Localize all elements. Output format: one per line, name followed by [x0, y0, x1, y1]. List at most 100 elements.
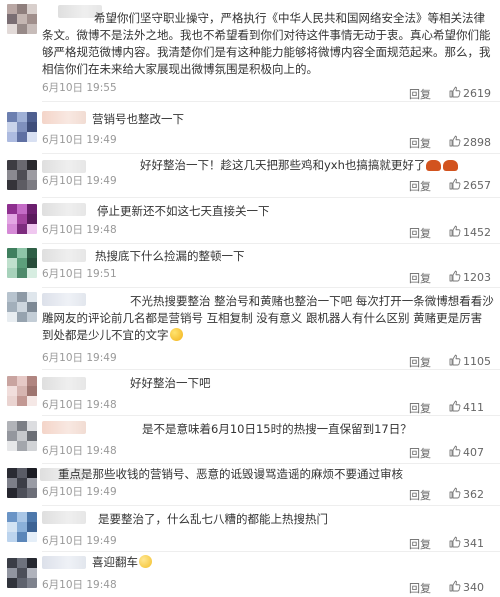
grin-emoji — [169, 328, 183, 341]
comment-time: 6月10日 19:48 — [42, 399, 117, 411]
comment-body: 重点是那些收钱的营销号、恶意的诋毁谩骂造谣的麻烦不要通过审核 — [58, 467, 403, 481]
comment-item: 是要整治了，什么乱七八糟的都能上热搜热门 6月10日 19:49 回复 341 — [0, 506, 500, 552]
reply-button[interactable]: 回复 — [409, 225, 431, 241]
reply-button[interactable]: 回复 — [409, 354, 431, 370]
comment-item: 喜迎翻车 6月10日 19:48 回复 340 — [0, 552, 500, 597]
comment-time: 6月10日 19:48 — [42, 445, 117, 457]
comment-body: 停止更新还不如这七天直接关一下 — [97, 204, 270, 218]
reply-button[interactable]: 回复 — [409, 400, 431, 416]
crab-emoji — [425, 158, 459, 172]
comment-item: 不光热搜要整治 整治号和黄赌也整治一下吧 每次打开一条微博想看看沙雕网友的评论前… — [0, 288, 500, 370]
avatar[interactable] — [7, 112, 37, 142]
comment-text: 希望你们坚守职业操守，严格执行《中华人民共和国网络安全法》等相关法律条文。微博不… — [42, 10, 494, 78]
like-button[interactable]: 2657 — [449, 178, 491, 192]
comment-text: 热搜底下什么捡漏的整顿一下 — [42, 248, 494, 265]
comment-body: 希望你们坚守职业操守，严格执行《中华人民共和国网络安全法》等相关法律条文。微博不… — [42, 11, 491, 76]
comment-text: 好好整治一下！趁这几天把那些鸡和yxh也搞搞就更好了 — [42, 157, 494, 174]
comment-item: 希望你们坚守职业操守，严格执行《中华人民共和国网络安全法》等相关法律条文。微博不… — [0, 0, 500, 102]
thumbs-up-icon — [449, 445, 461, 457]
comment-item: 营销号也整改一下 6月10日 19:49 回复 2898 — [0, 102, 500, 154]
avatar[interactable] — [7, 160, 37, 190]
reply-button[interactable]: 回复 — [409, 536, 431, 552]
thumbs-up-icon — [449, 487, 461, 499]
thumbs-up-icon — [449, 86, 461, 98]
reply-button[interactable]: 回复 — [409, 86, 431, 102]
like-button[interactable]: 2898 — [449, 135, 491, 149]
reply-button[interactable]: 回复 — [409, 445, 431, 461]
like-button[interactable]: 1105 — [449, 354, 491, 368]
like-button[interactable]: 341 — [449, 536, 484, 550]
reply-button[interactable]: 回复 — [409, 580, 431, 596]
thumbs-up-icon — [449, 225, 461, 237]
comment-item: 热搜底下什么捡漏的整顿一下 6月10日 19:51 回复 1203 — [0, 244, 500, 288]
like-count: 362 — [463, 488, 484, 501]
avatar[interactable] — [7, 512, 37, 542]
comment-time: 6月10日 19:49 — [42, 535, 117, 547]
comment-body: 是不是意味着6月10日15时的热搜一直保留到17日？ — [142, 422, 412, 436]
like-button[interactable]: 1452 — [449, 225, 491, 239]
comment-text: 营销号也整改一下 — [42, 111, 494, 128]
comment-body: 热搜底下什么捡漏的整顿一下 — [95, 249, 245, 263]
avatar[interactable] — [7, 4, 37, 34]
like-button[interactable]: 411 — [449, 400, 484, 414]
comment-body: 好好整治一下！趁这几天把那些鸡和yxh也搞搞就更好了 — [140, 158, 426, 172]
like-button[interactable]: 407 — [449, 445, 484, 459]
reply-button[interactable]: 回复 — [409, 487, 431, 503]
comment-time: 6月10日 19:55 — [42, 82, 117, 94]
reply-button[interactable]: 回复 — [409, 270, 431, 286]
comment-item: 好好整治一下吧 6月10日 19:48 回复 411 — [0, 370, 500, 416]
like-button[interactable]: 2619 — [449, 86, 491, 100]
comment-time: 6月10日 19:49 — [42, 486, 117, 498]
like-count: 407 — [463, 446, 484, 459]
comment-text: 好好整治一下吧 — [42, 375, 494, 392]
comment-body: 营销号也整改一下 — [92, 112, 184, 126]
like-count: 2898 — [463, 136, 491, 149]
avatar[interactable] — [7, 376, 37, 406]
like-count: 1452 — [463, 226, 491, 239]
like-button[interactable]: 1203 — [449, 270, 491, 284]
comment-body: 不光热搜要整治 整治号和黄赌也整治一下吧 每次打开一条微博想看看沙雕网友的评论前… — [42, 294, 494, 342]
thumbs-up-icon — [449, 354, 461, 366]
comment-text: 停止更新还不如这七天直接关一下 — [42, 203, 494, 220]
like-button[interactable]: 340 — [449, 580, 484, 594]
avatar[interactable] — [7, 292, 37, 322]
comment-item: 停止更新还不如这七天直接关一下 6月10日 19:48 回复 1452 — [0, 198, 500, 244]
comment-feed: 希望你们坚守职业操守，严格执行《中华人民共和国网络安全法》等相关法律条文。微博不… — [0, 0, 500, 597]
like-count: 341 — [463, 537, 484, 550]
comment-item: 好好整治一下！趁这几天把那些鸡和yxh也搞搞就更好了 6月10日 19:49 回复 2… — [0, 154, 500, 198]
like-count: 340 — [463, 581, 484, 594]
like-count: 2657 — [463, 179, 491, 192]
avatar[interactable] — [7, 204, 37, 234]
happy-emoji — [139, 555, 152, 568]
comment-text: 是不是意味着6月10日15时的热搜一直保留到17日？ — [42, 421, 494, 438]
thumbs-up-icon — [449, 135, 461, 147]
like-count: 1203 — [463, 271, 491, 284]
comment-time: 6月10日 19:48 — [42, 579, 117, 591]
comment-body: 是要整治了，什么乱七八糟的都能上热搜热门 — [98, 512, 328, 526]
avatar[interactable] — [7, 248, 37, 278]
thumbs-up-icon — [449, 178, 461, 190]
avatar[interactable] — [7, 558, 37, 588]
comment-time: 6月10日 19:49 — [42, 134, 117, 146]
comment-body: 喜迎翻车 — [92, 555, 138, 569]
comment-time: 6月10日 19:49 — [42, 352, 117, 364]
like-count: 2619 — [463, 87, 491, 100]
like-button[interactable]: 362 — [449, 487, 484, 501]
comment-text: 不光热搜要整治 整治号和黄赌也整治一下吧 每次打开一条微博想看看沙雕网友的评论前… — [42, 293, 494, 344]
reply-button[interactable]: 回复 — [409, 135, 431, 151]
avatar[interactable] — [7, 468, 37, 498]
reply-button[interactable]: 回复 — [409, 178, 431, 194]
comment-text: 喜迎翻车 — [42, 554, 494, 571]
comment-time: 6月10日 19:49 — [42, 175, 117, 187]
thumbs-up-icon — [449, 400, 461, 412]
like-count: 1105 — [463, 355, 491, 368]
comment-time: 6月10日 19:51 — [42, 268, 117, 280]
like-count: 411 — [463, 401, 484, 414]
comment-item: 是不是意味着6月10日15时的热搜一直保留到17日？ 6月10日 19:48 回复 4… — [0, 416, 500, 464]
comment-text: 重点是那些收钱的营销号、恶意的诋毁谩骂造谣的麻烦不要通过审核 — [42, 466, 494, 483]
comment-body: 好好整治一下吧 — [130, 376, 211, 390]
thumbs-up-icon — [449, 580, 461, 592]
thumbs-up-icon — [449, 270, 461, 282]
avatar[interactable] — [7, 421, 37, 451]
comment-time: 6月10日 19:48 — [42, 224, 117, 236]
